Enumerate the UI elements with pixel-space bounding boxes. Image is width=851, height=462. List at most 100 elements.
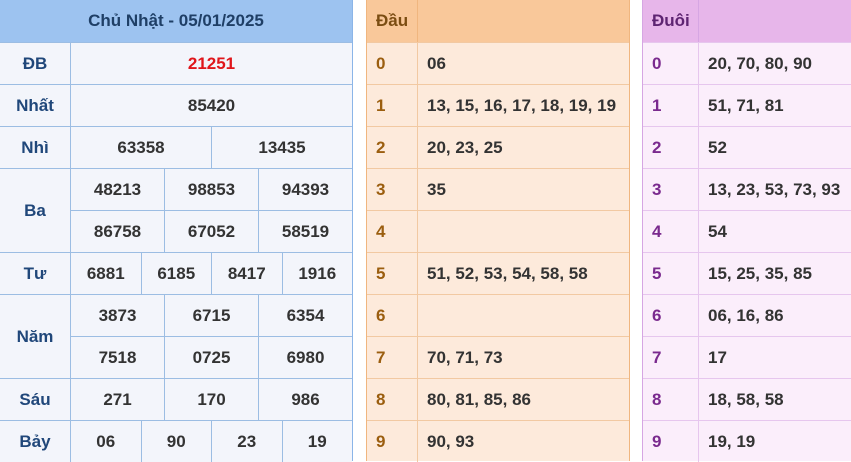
- prize-label: Nhì: [0, 127, 71, 168]
- prize-label: Nhất: [0, 85, 71, 126]
- tail-digit-values: 06, 16, 86: [698, 295, 851, 336]
- head-digit-row: 8 80, 81, 85, 86: [367, 378, 629, 420]
- prize-number: 1916: [281, 253, 353, 294]
- head-digit-values: 90, 93: [417, 421, 629, 462]
- tail-digit-header: Đuôi: [643, 0, 851, 42]
- tail-digit-digit: 0: [652, 53, 662, 73]
- tail-digit-row: 9 19, 19: [643, 420, 851, 462]
- head-digit-values: 35: [417, 169, 629, 210]
- prize-number: 06: [96, 431, 116, 451]
- tail-digit-values: 54: [698, 211, 851, 252]
- head-digit-header-values: [417, 0, 629, 42]
- prize-number: 19: [281, 421, 353, 462]
- tail-digit-row: 2 52: [643, 126, 851, 168]
- tail-digit-digit: 1: [652, 95, 662, 115]
- prize-number: 986: [258, 379, 352, 420]
- prize-row: Tư 6881 6185 8417 1916: [0, 252, 352, 294]
- head-digit-row: 6: [367, 294, 629, 336]
- head-digit-digit: 8: [376, 389, 386, 409]
- tail-digit-values: 18, 58, 58: [698, 379, 851, 420]
- prize-number: 86758: [93, 221, 142, 241]
- tail-digit-row: 0 20, 70, 80, 90: [643, 42, 851, 84]
- tail-digit-digit: 2: [652, 137, 662, 157]
- tail-digit-values: 15, 25, 35, 85: [698, 253, 851, 294]
- tail-digit-values: 13, 23, 53, 73, 93: [698, 169, 851, 210]
- prize-number: 170: [164, 379, 258, 420]
- tail-digit-values: 17: [698, 337, 851, 378]
- tail-digit-row: 5 15, 25, 35, 85: [643, 252, 851, 294]
- tail-digit-table: Đuôi 0 20, 70, 80, 90 1 51, 71, 81 2 52 3 13, 2…: [642, 0, 851, 462]
- prize-label: ĐB: [0, 43, 71, 84]
- head-digit-digit: 3: [376, 179, 386, 199]
- tail-digit-row: 6 06, 16, 86: [643, 294, 851, 336]
- head-digit-header-label: Đầu: [376, 11, 409, 30]
- tail-digit-header-values: [698, 0, 851, 42]
- prize-label: Bảy: [0, 421, 71, 462]
- tail-digit-row: 7 17: [643, 336, 851, 378]
- head-digit-row: 9 90, 93: [367, 420, 629, 462]
- prize-number: 6185: [140, 253, 212, 294]
- tail-digit-row: 1 51, 71, 81: [643, 84, 851, 126]
- tail-digit-values: 52: [698, 127, 851, 168]
- head-digit-values: 06: [417, 43, 629, 84]
- tail-digit-digit: 5: [652, 263, 662, 283]
- head-digit-row: 5 51, 52, 53, 54, 58, 58: [367, 252, 629, 294]
- head-digit-table: Đầu 0 06 1 13, 15, 16, 17, 18, 19, 19 2 20, 2…: [366, 0, 630, 462]
- prize-row: ĐB 21251: [0, 42, 352, 84]
- prize-number: 6715: [164, 295, 258, 336]
- head-digit-values: 13, 15, 16, 17, 18, 19, 19: [417, 85, 629, 126]
- head-digit-header: Đầu: [367, 0, 629, 42]
- head-digit-row: 4: [367, 210, 629, 252]
- head-digit-values: 70, 71, 73: [417, 337, 629, 378]
- prize-number: 3873: [98, 305, 137, 325]
- head-digit-row: 1 13, 15, 16, 17, 18, 19, 19: [367, 84, 629, 126]
- prize-number: 0725: [164, 337, 258, 378]
- prize-row: Sáu 271 170 986: [0, 378, 352, 420]
- prize-number: 58519: [258, 211, 352, 252]
- head-digit-row: 3 35: [367, 168, 629, 210]
- prize-number: 63358: [117, 137, 165, 157]
- tail-digit-digit: 6: [652, 305, 662, 325]
- head-digit-digit: 4: [376, 221, 386, 241]
- head-digit-rows: 0 06 1 13, 15, 16, 17, 18, 19, 19 2 20, 23, 2…: [367, 42, 629, 462]
- head-digit-digit: 1: [376, 95, 386, 115]
- tail-digit-rows: 0 20, 70, 80, 90 1 51, 71, 81 2 52 3 13, 23, 53…: [643, 42, 851, 462]
- prize-label: Sáu: [0, 379, 71, 420]
- head-digit-values: 80, 81, 85, 86: [417, 379, 629, 420]
- tail-digit-row: 4 54: [643, 210, 851, 252]
- head-digit-values: [417, 295, 629, 336]
- prize-label: Tư: [0, 253, 71, 294]
- prize-row: Năm 3873 6715 6354 7518 0725 6980: [0, 294, 352, 378]
- head-digit-digit: 7: [376, 347, 386, 367]
- tail-digit-digit: 7: [652, 347, 662, 367]
- tail-digit-values: 51, 71, 81: [698, 85, 851, 126]
- prize-number: 85420: [187, 95, 236, 115]
- head-digit-row: 2 20, 23, 25: [367, 126, 629, 168]
- lottery-results-table: Chủ Nhật - 05/01/2025 ĐB 21251 Nhất 85420 Nh…: [0, 0, 353, 462]
- head-digit-values: 51, 52, 53, 54, 58, 58: [417, 253, 629, 294]
- head-digit-digit: 6: [376, 305, 386, 325]
- head-digit-digit: 5: [376, 263, 386, 283]
- tail-digit-header-label: Đuôi: [652, 11, 690, 30]
- special-prize-number: 21251: [187, 53, 236, 73]
- tail-digit-row: 8 18, 58, 58: [643, 378, 851, 420]
- prize-number: 90: [140, 421, 212, 462]
- tail-digit-values: 20, 70, 80, 90: [698, 43, 851, 84]
- tail-digit-digit: 4: [652, 221, 662, 241]
- head-digit-digit: 0: [376, 53, 386, 73]
- prize-row: Nhất 85420: [0, 84, 352, 126]
- head-digit-digit: 2: [376, 137, 386, 157]
- prize-number: 6980: [258, 337, 352, 378]
- results-date-title: Chủ Nhật - 05/01/2025: [0, 0, 352, 42]
- tail-digit-values: 19, 19: [698, 421, 851, 462]
- tail-digit-digit: 3: [652, 179, 662, 199]
- prize-number: 7518: [98, 347, 137, 367]
- prize-number: 67052: [164, 211, 258, 252]
- prize-number: 48213: [93, 179, 142, 199]
- head-digit-values: 20, 23, 25: [417, 127, 629, 168]
- head-digit-row: 0 06: [367, 42, 629, 84]
- tail-digit-digit: 9: [652, 431, 662, 451]
- prize-number: 13435: [211, 127, 352, 168]
- prize-rows: ĐB 21251 Nhất 85420 Nhì 63358 13435 Ba 48213 9885…: [0, 42, 352, 462]
- prize-row: Nhì 63358 13435: [0, 126, 352, 168]
